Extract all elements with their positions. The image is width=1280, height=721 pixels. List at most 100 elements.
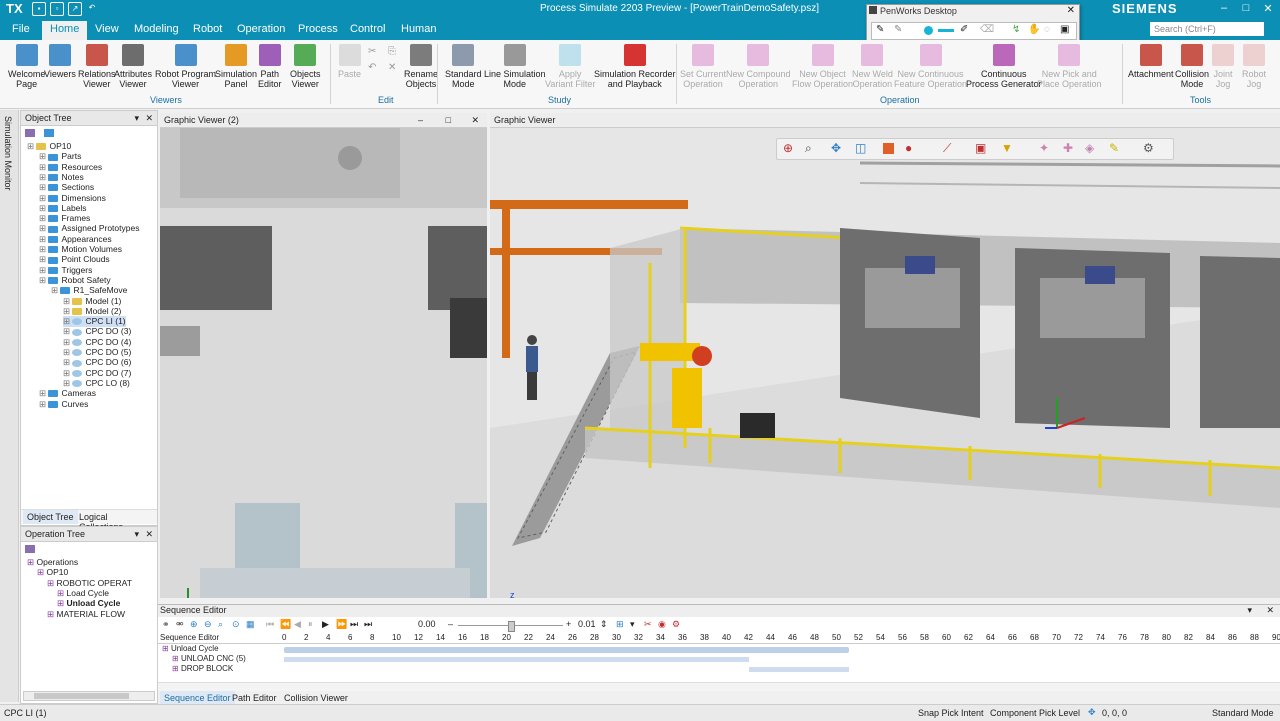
ribbon-button-22[interactable]: Collision Mode [1175,44,1209,89]
zoom-out-icon[interactable]: ⊖ [204,619,212,630]
marker-icon[interactable]: ✐ [960,24,968,35]
menu-file[interactable]: File [12,23,30,35]
gantt-bar-unload-cycle[interactable] [284,647,849,653]
tree-options-icon[interactable] [43,129,54,137]
expand-icon[interactable]: ⊞ [39,193,48,203]
menu-view[interactable]: View [95,23,119,35]
component-pick-level[interactable]: Component Pick Level [990,708,1080,718]
zoom-selection-icon[interactable]: ⊙ [232,619,240,630]
snap-pick-intent[interactable]: Snap Pick Intent [918,708,984,718]
close-icon[interactable]: ✕ [1266,605,1274,616]
expand-icon[interactable]: ⊞ [39,275,48,285]
time-interval-field[interactable]: 0.01 [578,619,596,629]
menu-process[interactable]: Process [298,23,338,35]
pin-icon[interactable]: ▾ [1247,605,1252,616]
timeline-scrollbar[interactable] [158,682,1280,691]
zoom-in-icon[interactable]: ⊕ [783,141,793,155]
pause-icon[interactable]: ⏸ [308,619,313,630]
expand-icon[interactable]: ⊞ [27,141,36,151]
sequence-row[interactable]: ⊞ Unload Cycle [162,644,219,653]
ribbon-button-2[interactable]: Relations Viewer [78,44,116,89]
pin-icon[interactable]: ▾ [134,111,139,125]
step-forward-icon[interactable]: ⏩ [336,619,347,630]
filter-icon[interactable] [25,129,35,137]
color-icon[interactable]: ● [905,141,912,155]
close-icon[interactable]: ✕ [145,111,153,125]
ribbon-button-16[interactable]: New Object Flow Operation [792,44,853,89]
eraser-icon[interactable]: ⌫ [980,24,994,35]
placement-icon[interactable]: ✚ [1063,141,1073,155]
pick-icon[interactable]: ▼ [1001,141,1013,155]
simulation-monitor-tab[interactable]: Simulation Monitor [3,116,13,191]
expand-icon[interactable]: ⊞ [63,368,72,378]
minimize-icon[interactable]: – [1216,2,1232,14]
tab-object-tree[interactable]: Object Tree [23,510,78,524]
mark-icon[interactable]: ✎ [1109,141,1119,155]
record-icon[interactable]: ◉ [658,619,666,630]
pan-icon[interactable]: ✥ [831,141,841,155]
expand-icon[interactable]: ⊞ [39,244,48,254]
ribbon-button-7[interactable]: Objects Viewer [290,44,321,89]
undo-icon[interactable]: ↶ [86,2,98,14]
expand-icon[interactable]: ⊞ [51,285,60,295]
expand-icon[interactable]: ⊞ [63,337,72,347]
tab-collision-viewer[interactable]: Collision Viewer [280,691,352,705]
save-as-icon[interactable]: ▫ [50,2,64,16]
horizontal-scrollbar[interactable] [23,691,155,701]
ribbon-button-21[interactable]: Attachment [1128,44,1174,79]
expand-icon[interactable]: ⊞ [39,182,48,192]
speed-decrease-button[interactable]: – [448,619,453,629]
hand-icon[interactable]: ✋ [1028,24,1040,35]
gantt-icon[interactable]: ▦ [246,619,255,630]
speed-increase-button[interactable]: + [566,619,571,629]
section-icon[interactable]: ⟋ [943,141,951,156]
expand-icon[interactable]: ⊞ [63,296,72,306]
undo-icon[interactable]: ↶ [368,62,376,73]
ribbon-button-11[interactable]: Line Simulation Mode [484,44,546,89]
snap-icon[interactable]: ✦ [1039,141,1049,155]
ribbon-button-19[interactable]: Continuous Process Generator [966,44,1042,89]
unlink-icon[interactable]: ⚮ [176,619,184,630]
step-back-icon[interactable]: ⏪ [280,619,291,630]
graphic-viewer[interactable]: z ⊕ ⌕ ✥ ◫ ● ⟋ ▣ ▼ ✦ ✚ ◈ ✎ ⚙ [490,128,1280,598]
minimize-icon[interactable]: – [418,113,423,127]
search-icon[interactable]: ⌕ [1250,21,1256,34]
ribbon-button-9[interactable]: Rename Objects [404,44,438,89]
zoom-icon[interactable]: ⌕ [805,141,812,156]
expand-icon[interactable]: ⊞ [39,172,48,182]
close-icon[interactable]: ✕ [1260,2,1276,15]
zoom-fit-icon[interactable]: ⌕ [218,619,223,630]
export-icon[interactable]: ↗ [68,2,82,16]
ribbon-button-4[interactable]: Robot Program Viewer [155,44,216,89]
ribbon-button-8[interactable]: Paste [338,44,361,79]
expand-icon[interactable]: ⊞ [39,254,48,264]
maximize-icon[interactable]: □ [446,113,451,127]
pointer-icon[interactable]: ↯ [1012,24,1020,35]
gantt-bar-drop-block[interactable] [749,667,849,672]
jump-end-icon[interactable]: ⏭ [350,619,358,630]
expand-icon[interactable]: ⊞ [39,223,48,233]
penworks-close-icon[interactable]: ✕ [1067,5,1075,16]
edit-tool-icon[interactable]: ✂ [644,619,652,630]
operation-tree-item[interactable]: ⊞ MATERIAL FLOW [47,609,125,620]
ribbon-button-5[interactable]: Simulation Panel [215,44,257,89]
expand-icon[interactable]: ⊞ [39,213,48,223]
jump-start-icon[interactable]: ⏮ [266,619,274,630]
play-icon[interactable]: ▶ [322,619,329,630]
spinner-icon[interactable]: ⇕ [600,619,608,630]
expand-icon[interactable]: ⊞ [39,151,48,161]
ribbon-button-14[interactable]: Set Current Operation [680,44,726,89]
chevron-down-icon[interactable]: ▾ [630,619,635,630]
expand-icon[interactable]: ⊞ [39,203,48,213]
filter-icon[interactable] [25,545,35,553]
filter-icon[interactable]: ⊞ [616,619,624,630]
ribbon-button-1[interactable]: Viewers [44,44,76,79]
tree-item[interactable]: ⊞ Curves [39,399,88,410]
delete-icon[interactable]: ✕ [388,62,396,73]
cut-icon[interactable]: ✂ [368,46,376,57]
render-mode-icon[interactable] [883,143,894,154]
play-backward-icon[interactable]: ◀ [294,619,301,630]
menu-robot[interactable]: Robot [193,23,222,35]
gantt-bar-unload-cnc[interactable] [284,657,749,662]
link-icon[interactable]: ⚭ [162,619,170,630]
